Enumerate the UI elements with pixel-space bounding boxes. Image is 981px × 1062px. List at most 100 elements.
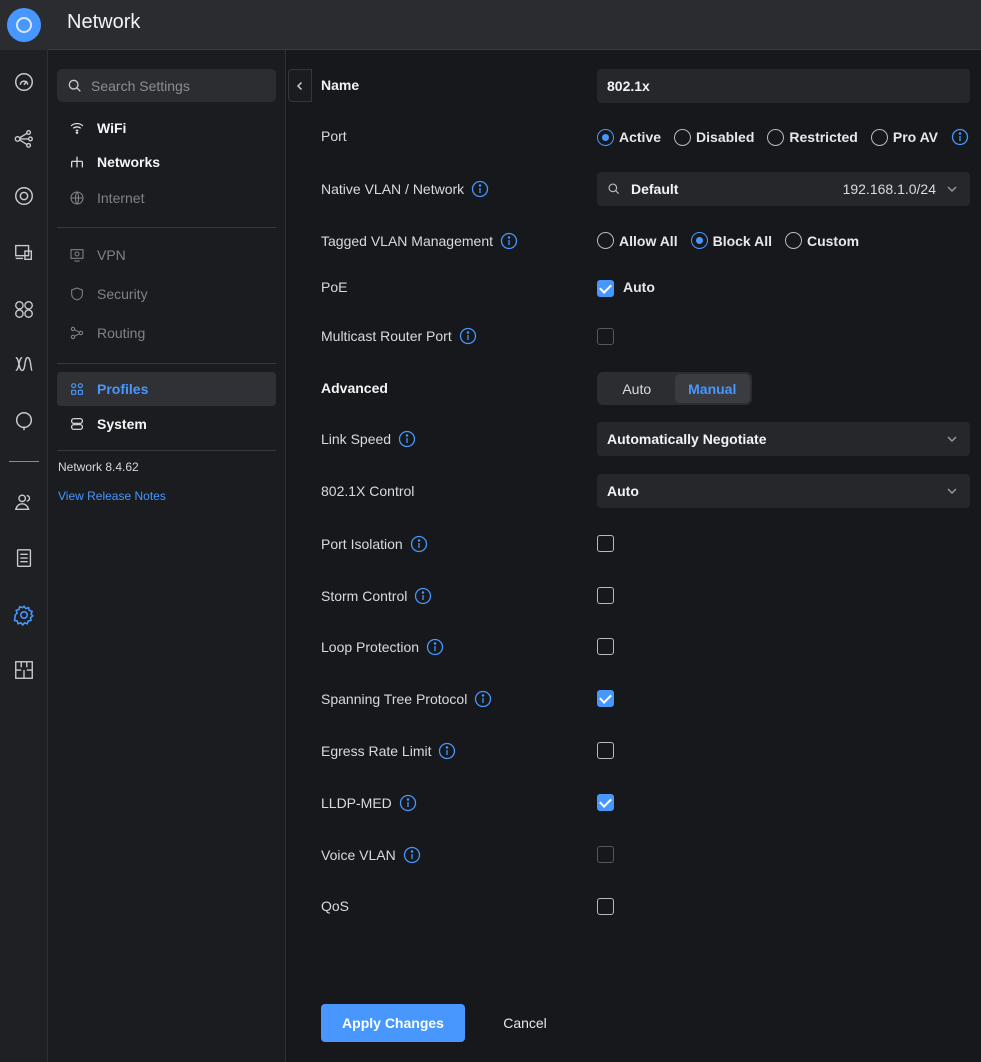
tagged-vlan-label: Tagged VLAN Management bbox=[321, 232, 518, 250]
top-bar: Network bbox=[0, 0, 981, 50]
custom-radio[interactable]: Custom bbox=[784, 232, 859, 249]
search-icon bbox=[68, 79, 81, 92]
port-active-radio[interactable]: Active bbox=[597, 128, 661, 146]
floorplan-icon[interactable] bbox=[8, 654, 40, 686]
info-icon[interactable] bbox=[414, 587, 432, 605]
app-logo[interactable] bbox=[0, 0, 48, 50]
loop-protection-checkbox[interactable] bbox=[597, 638, 614, 655]
info-icon[interactable] bbox=[410, 535, 428, 553]
release-notes-link[interactable]: View Release Notes bbox=[58, 489, 166, 503]
system-icon bbox=[68, 415, 86, 433]
sidebar-item-routing[interactable]: Routing bbox=[57, 316, 276, 350]
sidebar-item-label: VPN bbox=[97, 247, 126, 263]
link-speed-value: Automatically Negotiate bbox=[607, 431, 767, 447]
search-box[interactable] bbox=[57, 69, 276, 102]
alerts-icon[interactable] bbox=[8, 405, 40, 437]
insights-icon[interactable] bbox=[8, 348, 40, 380]
advanced-auto-tab[interactable]: Auto bbox=[599, 374, 675, 403]
port-isolation-label: Port Isolation bbox=[321, 535, 428, 553]
port-isolation-checkbox[interactable] bbox=[597, 535, 614, 552]
native-vlan-label: Native VLAN / Network bbox=[321, 180, 489, 198]
storm-control-checkbox[interactable] bbox=[597, 587, 614, 604]
cancel-button[interactable]: Cancel bbox=[487, 1004, 563, 1042]
allow-all-radio[interactable]: Allow All bbox=[597, 232, 678, 249]
info-icon[interactable] bbox=[471, 180, 489, 198]
sidebar-item-system[interactable]: System bbox=[57, 407, 276, 441]
settings-icon[interactable] bbox=[8, 599, 40, 631]
info-icon[interactable] bbox=[500, 232, 518, 250]
sidebar-item-label: Profiles bbox=[97, 381, 149, 397]
collapse-sidebar-button[interactable] bbox=[288, 69, 312, 102]
admins-icon[interactable] bbox=[8, 486, 40, 518]
stp-checkbox[interactable] bbox=[597, 690, 614, 707]
poe-checkbox[interactable] bbox=[597, 280, 614, 297]
poe-option-label: Auto bbox=[623, 279, 655, 295]
sidebar-item-vpn[interactable]: VPN bbox=[57, 238, 276, 272]
qos-checkbox[interactable] bbox=[597, 898, 614, 915]
name-field[interactable] bbox=[597, 69, 970, 103]
info-icon[interactable] bbox=[438, 742, 456, 760]
sidebar-item-label: Internet bbox=[97, 190, 145, 206]
rail-divider bbox=[9, 461, 39, 462]
link-speed-select[interactable]: Automatically Negotiate bbox=[597, 422, 970, 456]
logs-icon[interactable] bbox=[8, 542, 40, 574]
dashboard-icon[interactable] bbox=[8, 66, 40, 98]
version-text: Network 8.4.62 bbox=[58, 460, 139, 474]
lldp-label: LLDP-MED bbox=[321, 794, 417, 812]
chevron-down-icon bbox=[947, 186, 957, 192]
info-icon[interactable] bbox=[459, 327, 477, 345]
profiles-icon bbox=[68, 380, 86, 398]
ports-icon[interactable] bbox=[8, 293, 40, 325]
icon-rail bbox=[0, 50, 48, 1062]
app-title: Network bbox=[67, 11, 141, 33]
name-input[interactable] bbox=[607, 78, 960, 94]
qos-label: QoS bbox=[321, 898, 350, 914]
advanced-manual-tab[interactable]: Manual bbox=[674, 374, 750, 403]
settings-sidebar: WiFi Networks Internet VPN Security Rout… bbox=[48, 50, 286, 1062]
egress-checkbox[interactable] bbox=[597, 742, 614, 759]
chevron-down-icon bbox=[947, 488, 957, 494]
info-icon[interactable] bbox=[426, 638, 444, 656]
chevron-left-icon bbox=[296, 81, 303, 90]
info-icon[interactable] bbox=[403, 846, 421, 864]
chevron-down-icon bbox=[947, 436, 957, 442]
unifi-logo-icon bbox=[7, 8, 41, 42]
info-icon[interactable] bbox=[399, 794, 417, 812]
dot1x-select[interactable]: Auto bbox=[597, 474, 970, 508]
tagged-vlan-radio-group: Allow All Block All Custom bbox=[597, 232, 872, 249]
globe-icon bbox=[68, 189, 86, 207]
multicast-checkbox[interactable] bbox=[597, 328, 614, 345]
sidebar-item-wifi[interactable]: WiFi bbox=[57, 111, 276, 145]
sidebar-item-label: Security bbox=[97, 286, 148, 302]
lldp-checkbox[interactable] bbox=[597, 794, 614, 811]
search-icon bbox=[608, 183, 620, 195]
port-disabled-radio[interactable]: Disabled bbox=[674, 128, 754, 146]
sidebar-item-label: WiFi bbox=[97, 120, 127, 136]
block-all-radio[interactable]: Block All bbox=[690, 232, 772, 249]
voice-vlan-checkbox[interactable] bbox=[597, 846, 614, 863]
port-label: Port bbox=[321, 128, 347, 144]
voice-vlan-label: Voice VLAN bbox=[321, 846, 421, 864]
sidebar-item-security[interactable]: Security bbox=[57, 277, 276, 311]
link-speed-label: Link Speed bbox=[321, 430, 416, 448]
apply-changes-button[interactable]: Apply Changes bbox=[321, 1004, 465, 1042]
native-vlan-subnet: 192.168.1.0/24 bbox=[842, 181, 936, 197]
info-icon[interactable] bbox=[951, 128, 969, 146]
networks-icon bbox=[68, 153, 86, 171]
search-input[interactable] bbox=[91, 77, 261, 94]
loop-protection-label: Loop Protection bbox=[321, 638, 444, 656]
sidebar-item-networks[interactable]: Networks bbox=[57, 145, 276, 179]
topology-icon[interactable] bbox=[8, 122, 40, 154]
port-restricted-radio[interactable]: Restricted bbox=[767, 128, 858, 146]
client-devices-icon[interactable] bbox=[8, 236, 40, 268]
stp-label: Spanning Tree Protocol bbox=[321, 690, 492, 708]
sidebar-item-profiles[interactable]: Profiles bbox=[57, 372, 276, 406]
sidebar-item-internet[interactable]: Internet bbox=[57, 181, 276, 215]
name-label: Name bbox=[321, 77, 360, 93]
dot1x-label: 802.1X Control bbox=[321, 483, 415, 499]
devices-icon[interactable] bbox=[8, 180, 40, 212]
native-vlan-select[interactable]: Default 192.168.1.0/24 bbox=[597, 172, 970, 206]
info-icon[interactable] bbox=[474, 690, 492, 708]
info-icon[interactable] bbox=[398, 430, 416, 448]
port-proav-radio[interactable]: Pro AV bbox=[870, 128, 938, 146]
